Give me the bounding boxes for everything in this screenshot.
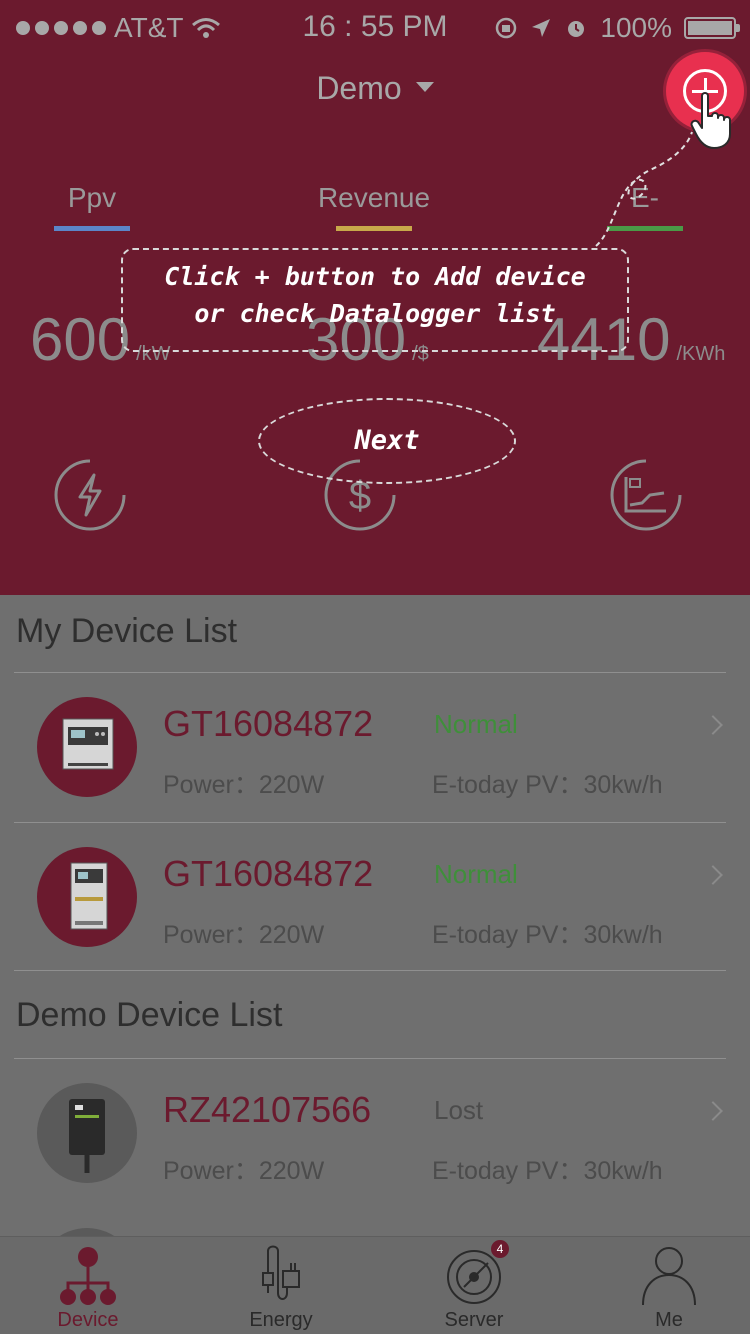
status-bar: AT&T 16 : 55 PM 100% <box>0 0 750 56</box>
device-status: Lost <box>434 1095 484 1125</box>
chart-icon[interactable] <box>608 457 684 533</box>
chevron-right-icon <box>703 1101 723 1121</box>
bottom-nav: Device Energy 4 Server Me <box>0 1236 750 1334</box>
tab-energy-underline <box>607 226 683 231</box>
device-etoday: E-today PV：30kw/h <box>432 1157 663 1185</box>
pointer-hand-icon <box>690 92 731 149</box>
tab-ppv-label: Ppv <box>67 182 117 213</box>
device-tree-icon <box>60 1247 116 1305</box>
caret-down-icon <box>415 81 434 92</box>
ppv-number: 600 <box>30 306 131 373</box>
demo-device-list-title: Demo Device List <box>16 996 283 1034</box>
inverter-image <box>37 697 137 797</box>
device-power: Power：220W <box>163 921 325 949</box>
device-row[interactable]: GT16084872 Normal Power：220W E-today PV：… <box>0 673 750 823</box>
device-name: RZ42107566 <box>163 1089 372 1130</box>
location-icon <box>532 19 551 37</box>
tab-energy-label: E- <box>631 182 659 213</box>
nav-device-label: Device <box>57 1309 119 1331</box>
nav-server-label: Server <box>444 1309 504 1331</box>
charger-image <box>37 1083 137 1183</box>
tab-revenue-label: Revenue <box>317 182 431 213</box>
server-badge: 4 <box>491 1240 509 1258</box>
nav-energy-label: Energy <box>249 1309 313 1331</box>
nav-device[interactable]: Device <box>13 1237 163 1334</box>
tooltip-text: Click + button to Add device or check Da… <box>121 258 629 332</box>
device-row[interactable]: RZ42107566 Lost Power：220W E-today PV：30… <box>0 1059 750 1209</box>
device-name: GT16084872 <box>163 703 374 744</box>
plant-selector[interactable]: Demo <box>0 70 750 107</box>
device-power: Power：220W <box>163 1157 325 1185</box>
next-button[interactable]: Next <box>258 398 516 484</box>
device-status: Normal <box>434 709 518 739</box>
energy-plug-icon <box>262 1245 300 1300</box>
nav-server[interactable]: 4 Server <box>399 1237 549 1334</box>
energy-unit: /KWh <box>676 343 726 365</box>
device-power: Power：220W <box>163 771 325 799</box>
my-device-list-title: My Device List <box>16 612 238 650</box>
header-panel: AT&T 16 : 55 PM 100% Demo Ppv Revenue E-… <box>0 0 750 595</box>
battery-percent: 100% <box>600 12 672 43</box>
inverter-image <box>37 847 137 947</box>
nav-energy[interactable]: Energy <box>206 1237 356 1334</box>
chevron-right-icon <box>703 715 723 735</box>
tab-revenue[interactable]: Revenue <box>314 182 434 231</box>
user-icon <box>642 1247 696 1306</box>
device-etoday: E-today PV：30kw/h <box>432 921 663 949</box>
tooltip-line-1: Click + button to Add device <box>164 262 586 291</box>
battery-icon <box>684 17 740 39</box>
device-name: GT16084872 <box>163 853 374 894</box>
tab-revenue-underline <box>336 226 412 231</box>
tooltip-line-2: or check Datalogger list <box>194 299 556 328</box>
alarm-icon <box>568 21 585 37</box>
orientation-lock-icon <box>496 17 517 39</box>
divider <box>14 970 726 971</box>
chevron-right-icon <box>703 865 723 885</box>
device-status: Normal <box>434 859 518 889</box>
plant-title: Demo <box>316 70 402 106</box>
tab-ppv-underline <box>54 226 130 231</box>
tab-energy[interactable]: E- <box>600 182 690 231</box>
tab-ppv[interactable]: Ppv <box>52 182 132 231</box>
device-row[interactable]: GT16084872 Normal Power：220W E-today PV：… <box>0 823 750 973</box>
device-etoday: E-today PV：30kw/h <box>432 771 663 799</box>
lightning-icon[interactable] <box>52 457 128 533</box>
nav-me-label: Me <box>655 1309 683 1331</box>
nav-me[interactable]: Me <box>594 1237 744 1334</box>
